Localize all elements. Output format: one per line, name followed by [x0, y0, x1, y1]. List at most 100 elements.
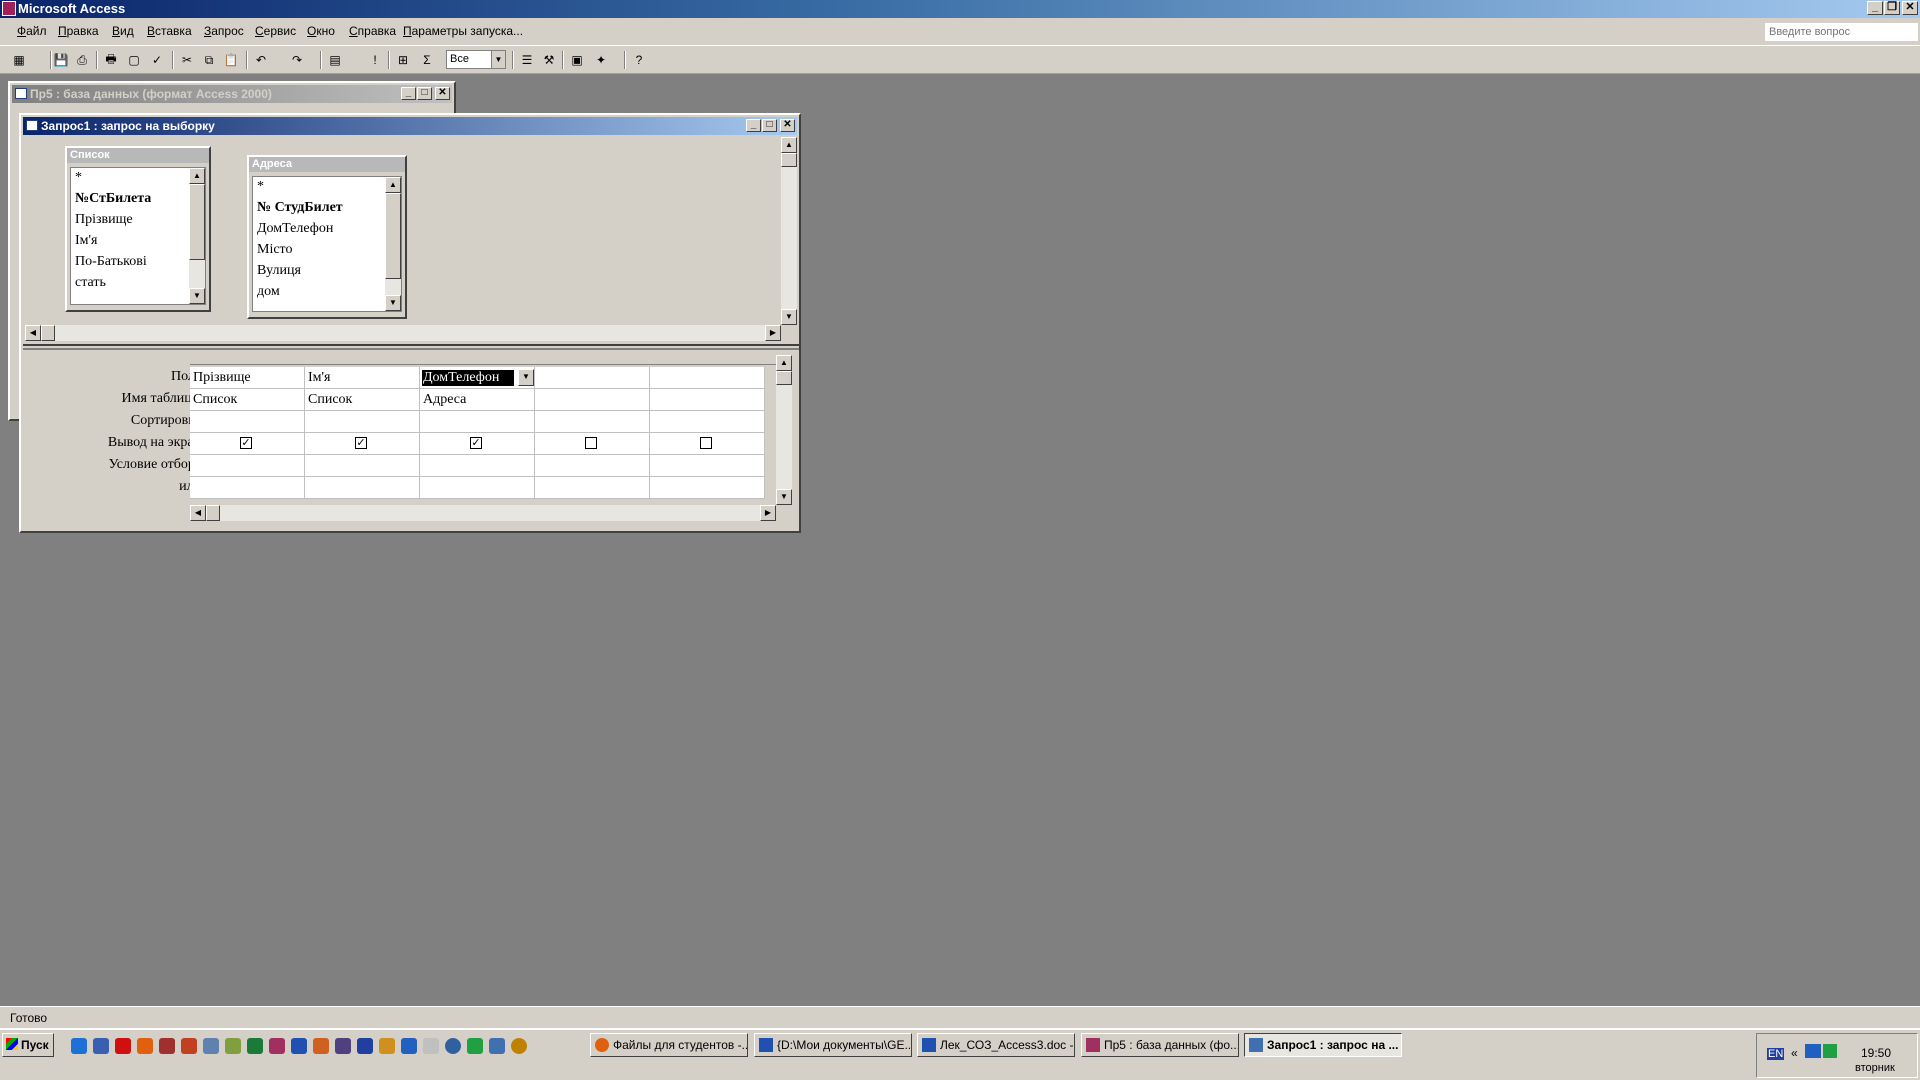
grid-show-cell[interactable] — [535, 433, 650, 455]
access-app-icon[interactable] — [2, 1, 16, 16]
database-window-icon[interactable]: ▣ — [568, 51, 586, 69]
grid-sort-cell[interactable] — [420, 411, 535, 433]
app-icon[interactable] — [423, 1038, 439, 1054]
network-icon[interactable] — [1805, 1044, 1821, 1058]
grid-show-cell[interactable]: ✓ — [190, 433, 305, 455]
scroll-left-icon[interactable]: ◀ — [25, 325, 41, 341]
grid-field-cell[interactable] — [650, 367, 765, 389]
table-pane[interactable]: Список * №СтБилета Прізвище Ім'я По-Бать… — [25, 137, 797, 362]
query-window[interactable]: Запрос1 : запрос на выборку _ □ ✕ Список… — [19, 113, 801, 533]
menu-query[interactable]: Запрос — [204, 24, 244, 38]
grid-show-cell[interactable]: ✓ — [420, 433, 535, 455]
close-button[interactable]: ✕ — [1902, 1, 1918, 15]
scroll-up-icon[interactable]: ▲ — [781, 137, 797, 153]
db-maximize-button[interactable]: □ — [417, 87, 432, 100]
chevron-down-icon[interactable]: ▼ — [518, 369, 534, 386]
desktop-icon[interactable] — [93, 1038, 109, 1054]
show-checkbox[interactable]: ✓ — [355, 437, 367, 449]
field-item[interactable]: Вулиця — [253, 261, 401, 282]
show-checkbox[interactable]: ✓ — [470, 437, 482, 449]
field-item-key[interactable]: №СтБилета — [71, 189, 205, 210]
paste-icon[interactable]: 📋 — [222, 51, 240, 69]
undo-icon[interactable]: ↶ — [252, 51, 270, 69]
field-item[interactable]: * — [71, 168, 205, 189]
grid-sort-cell[interactable] — [535, 411, 650, 433]
app-icon[interactable] — [225, 1038, 241, 1054]
restore-button[interactable]: ❐ — [1884, 1, 1900, 15]
help-icon[interactable]: ? — [630, 51, 648, 69]
scroll-right-icon[interactable]: ▶ — [760, 505, 776, 521]
language-indicator[interactable]: EN — [1767, 1048, 1785, 1060]
scroll-thumb[interactable] — [385, 193, 401, 279]
menu-help[interactable]: Справка — [349, 24, 396, 38]
grid-table-cell[interactable]: Список — [190, 389, 305, 411]
scroll-up-icon[interactable]: ▲ — [385, 177, 401, 193]
cut-icon[interactable]: ✂ — [178, 51, 196, 69]
scroll-thumb[interactable] — [776, 371, 792, 385]
grid-show-cell[interactable] — [650, 433, 765, 455]
app-icon[interactable] — [511, 1038, 527, 1054]
grid-or-cell[interactable] — [190, 477, 305, 499]
menu-window[interactable]: Окно — [307, 24, 335, 38]
chevron-down-icon[interactable]: ▼ — [491, 51, 505, 68]
grid-table-cell[interactable] — [650, 389, 765, 411]
grid-table-cell[interactable]: Список — [305, 389, 420, 411]
copy-icon[interactable]: ⧉ — [200, 51, 218, 69]
new-object-icon[interactable]: ✦ — [592, 51, 610, 69]
media-player-icon[interactable] — [445, 1038, 461, 1054]
scroll-thumb[interactable] — [41, 325, 55, 341]
grid-criteria-cell[interactable] — [535, 455, 650, 477]
opera-icon[interactable] — [115, 1038, 131, 1054]
pane-vertical-scrollbar[interactable]: ▲ ▼ — [781, 137, 797, 325]
scroll-thumb[interactable] — [781, 153, 797, 167]
powerpoint-icon[interactable] — [313, 1038, 329, 1054]
build-icon[interactable]: ⚒ — [540, 51, 558, 69]
properties-icon[interactable]: ☰ — [518, 51, 536, 69]
grid-criteria-cell[interactable] — [650, 455, 765, 477]
ie-icon[interactable] — [71, 1038, 87, 1054]
menu-insert[interactable]: Вставка — [147, 24, 192, 38]
firefox-icon[interactable] — [137, 1038, 153, 1054]
start-button[interactable]: Пуск — [2, 1033, 54, 1057]
field-item[interactable]: Ім'я — [71, 231, 205, 252]
grid-field-cell[interactable] — [535, 367, 650, 389]
grid-show-cell[interactable]: ✓ — [305, 433, 420, 455]
grid-sort-cell[interactable] — [305, 411, 420, 433]
excel-icon[interactable] — [247, 1038, 263, 1054]
clock-time[interactable]: 19:50 — [1861, 1046, 1891, 1060]
field-item[interactable]: * — [253, 177, 401, 198]
query-maximize-button[interactable]: □ — [762, 119, 777, 132]
menu-file[interactable]: Файл — [17, 24, 47, 38]
grid-criteria-cell[interactable] — [190, 455, 305, 477]
grid-field-cell[interactable]: Ім'я — [305, 367, 420, 389]
scroll-up-icon[interactable]: ▲ — [776, 355, 792, 371]
app-icon[interactable] — [379, 1038, 395, 1054]
app-icon[interactable] — [159, 1038, 175, 1054]
task-database[interactable]: Пр5 : база данных (фо... — [1081, 1033, 1239, 1057]
menu-tools[interactable]: Сервис — [255, 24, 296, 38]
app-icon[interactable] — [203, 1038, 219, 1054]
field-list-title[interactable]: Адреса — [249, 157, 405, 172]
task-files-for-students[interactable]: Файлы для студентов -... — [590, 1033, 748, 1057]
totals-icon[interactable]: Σ — [418, 51, 436, 69]
menu-startup-params[interactable]: Параметры запуска... — [403, 24, 523, 38]
preview-icon[interactable]: ▢ — [125, 51, 143, 69]
access-icon[interactable] — [269, 1038, 285, 1054]
scroll-down-icon[interactable]: ▼ — [776, 489, 792, 505]
show-table-icon[interactable]: ⊞ — [394, 51, 412, 69]
scroll-thumb[interactable] — [189, 184, 205, 260]
task-lecture-doc[interactable]: Лек_СОЗ_Access3.doc -... — [917, 1033, 1075, 1057]
app-icon[interactable] — [401, 1038, 417, 1054]
app-icon[interactable] — [181, 1038, 197, 1054]
show-checkbox[interactable]: ✓ — [240, 437, 252, 449]
grid-vertical-scrollbar[interactable]: ▲ ▼ — [776, 355, 792, 505]
tray-app-icon[interactable] — [1823, 1044, 1837, 1058]
pane-splitter[interactable] — [23, 344, 799, 350]
field-item[interactable]: Місто — [253, 240, 401, 261]
scroll-down-icon[interactable]: ▼ — [385, 295, 401, 311]
grid-table-cell[interactable]: Адреса — [420, 389, 535, 411]
grid-field-cell[interactable]: Прізвище — [190, 367, 305, 389]
app-icon[interactable] — [335, 1038, 351, 1054]
grid-or-cell[interactable] — [420, 477, 535, 499]
field-item[interactable]: дом — [253, 282, 401, 303]
